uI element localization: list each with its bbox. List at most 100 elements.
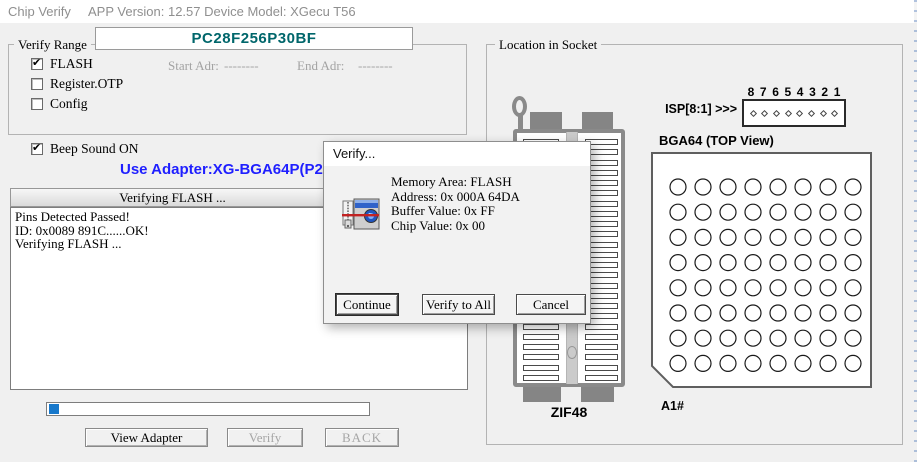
zif-bottom-tab-left xyxy=(523,387,561,402)
chip-verify-window: Chip Verify APP Version: 12.57 Device Mo… xyxy=(0,0,917,462)
bga64-package xyxy=(651,152,873,389)
bga-ball xyxy=(845,305,861,321)
zif-pin-slot xyxy=(585,354,618,360)
bga-ball xyxy=(745,229,761,245)
verify-range-group-label: Verify Range xyxy=(14,37,91,53)
zif-caption: ZIF48 xyxy=(513,404,625,420)
config-checkbox-box[interactable] xyxy=(31,98,43,110)
isp-pin-number: 1 xyxy=(834,85,841,99)
config-checkbox-label: Config xyxy=(50,96,88,112)
bga-ball xyxy=(820,355,836,371)
isp-pin-number: 5 xyxy=(785,85,792,99)
bga-ball xyxy=(795,355,811,371)
start-adr-label: Start Adr: xyxy=(168,58,219,74)
zif-pin-slot xyxy=(523,375,559,381)
bga-ball xyxy=(695,330,711,346)
bga-ball xyxy=(695,280,711,296)
zif-pin-slot xyxy=(523,365,559,371)
bga-ball xyxy=(695,355,711,371)
flash-checkbox-label: FLASH xyxy=(50,56,93,72)
isp-header-box xyxy=(742,99,846,127)
zif-lever-stem xyxy=(518,114,523,130)
bga-ball xyxy=(845,330,861,346)
zif-top-tab-right xyxy=(582,112,613,130)
zif-pin-slot xyxy=(523,354,559,360)
bga-ball xyxy=(745,330,761,346)
zif-pin-slot xyxy=(585,334,618,340)
bga-ball xyxy=(795,255,811,271)
cancel-button[interactable]: Cancel xyxy=(516,294,586,315)
isp-pin-number: 2 xyxy=(821,85,828,99)
chip-name: PC28F256P30BF xyxy=(192,30,317,47)
status-caption: Verifying FLASH ... xyxy=(11,189,334,206)
bga-ball xyxy=(770,305,786,321)
flash-checkbox-box[interactable]: ✔ xyxy=(31,58,43,70)
isp-pin-numbers: 87654321 xyxy=(742,85,846,99)
location-in-socket-label: Location in Socket xyxy=(495,37,601,53)
bga-ball xyxy=(820,229,836,245)
bga-ball xyxy=(845,179,861,195)
bga-ball xyxy=(845,229,861,245)
zif-top-tab-left xyxy=(530,112,562,130)
isp-pin-icon xyxy=(820,109,827,116)
bga-ball xyxy=(745,280,761,296)
isp-label: ISP[8:1] >>> xyxy=(640,102,737,116)
chip-name-banner: PC28F256P30BF xyxy=(95,27,413,50)
bga-ball xyxy=(845,255,861,271)
isp-pin-icon xyxy=(785,109,792,116)
bga-ball xyxy=(670,330,686,346)
bga-ball xyxy=(720,229,736,245)
bga-ball xyxy=(720,355,736,371)
verify-info-line: Address: 0x 000A 64DA xyxy=(391,190,520,205)
bga-ball xyxy=(770,355,786,371)
back-button[interactable]: BACK xyxy=(325,428,399,447)
bga-ball xyxy=(845,355,861,371)
verify-dialog-titlebar[interactable]: Verify... xyxy=(324,142,590,166)
isp-pin-icon xyxy=(761,109,768,116)
bga-ball xyxy=(745,204,761,220)
bga-ball xyxy=(770,179,786,195)
bga-ball xyxy=(795,305,811,321)
bga-ball xyxy=(695,255,711,271)
bga-ball xyxy=(720,204,736,220)
verify-button[interactable]: Verify xyxy=(227,428,303,447)
bga-ball xyxy=(820,179,836,195)
bga-ball xyxy=(795,280,811,296)
progress-bar xyxy=(46,402,370,416)
bga-ball xyxy=(695,305,711,321)
isp-pin-number: 7 xyxy=(760,85,767,99)
bga-ball xyxy=(795,229,811,245)
bga-ball xyxy=(720,330,736,346)
bga-ball xyxy=(845,204,861,220)
bga-ball xyxy=(770,229,786,245)
bga-ball xyxy=(720,305,736,321)
isp-pin-number: 4 xyxy=(797,85,804,99)
bga-ball xyxy=(670,355,686,371)
zif-pin-slot xyxy=(585,344,618,350)
bga-ball xyxy=(670,255,686,271)
register-otp-checkbox-box[interactable] xyxy=(31,78,43,90)
zif-center-screw-icon xyxy=(567,346,577,359)
continue-button[interactable]: Continue xyxy=(336,294,398,315)
isp-pin-number: 6 xyxy=(772,85,779,99)
view-adapter-button[interactable]: View Adapter xyxy=(85,428,208,447)
verify-info-line: Memory Area: FLASH xyxy=(391,175,520,190)
check-icon: ✔ xyxy=(32,141,41,154)
verify-to-all-button[interactable]: Verify to All xyxy=(422,294,495,315)
bga-ball xyxy=(820,305,836,321)
programmer-icon xyxy=(342,196,380,234)
register-otp-checkbox-label: Register.OTP xyxy=(50,76,123,92)
verify-info-line: Buffer Value: 0x FF xyxy=(391,204,520,219)
beep-sound-checkbox-box[interactable]: ✔ xyxy=(31,143,43,155)
zif-pin-slot xyxy=(585,324,618,330)
bga-ball xyxy=(795,330,811,346)
end-adr-value: -------- xyxy=(358,58,393,74)
bga-ball xyxy=(695,204,711,220)
zif-pin-slot xyxy=(585,365,618,371)
bga-ball xyxy=(795,204,811,220)
bga-ball xyxy=(670,204,686,220)
bga-ball xyxy=(745,355,761,371)
bga-ball xyxy=(770,280,786,296)
bga-ball xyxy=(745,179,761,195)
verify-info-text: Memory Area: FLASHAddress: 0x 000A 64DAB… xyxy=(391,175,520,233)
